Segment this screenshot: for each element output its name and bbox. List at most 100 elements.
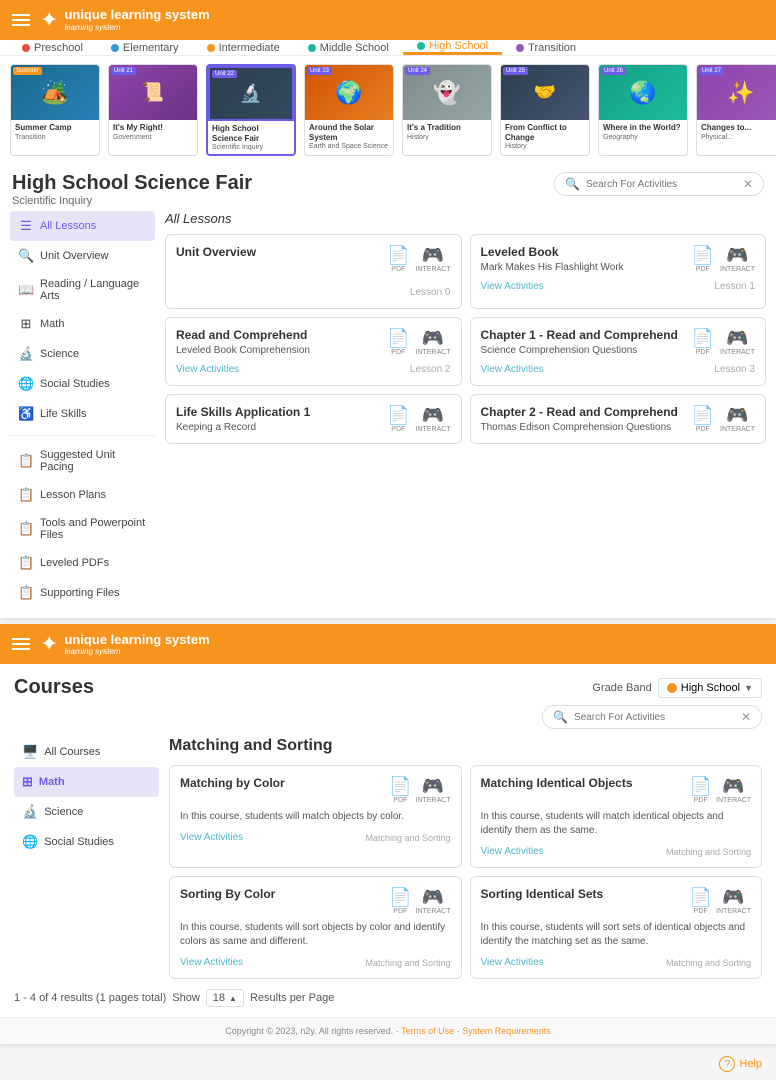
sidebar-item-reading[interactable]: 📖 Reading / Language Arts — [10, 271, 155, 309]
unit-card-summer[interactable]: Summer 🏕️ Summer Camp Transition — [10, 64, 100, 156]
courses-section-title: Matching and Sorting — [169, 737, 762, 755]
unit-card-changes[interactable]: Unit 27 ✨ Changes to... Physical... — [696, 64, 776, 156]
course-title-1: Matching Identical Objects — [481, 776, 633, 790]
sidebar-item-science[interactable]: 🔬 Science — [10, 339, 155, 369]
sidebar-item-all-lessons[interactable]: ☰ All Lessons — [10, 211, 155, 241]
course-view-0[interactable]: View Activities — [180, 832, 243, 843]
sidebar-item-tools[interactable]: 📋 Tools and Powerpoint Files — [10, 510, 155, 548]
pdf-label-2: PDF — [391, 349, 405, 356]
bottom-logo-star-icon: ✦ — [40, 631, 58, 657]
lesson-card-0: Unit Overview 📄 PDF 🎮 INTERACT — [165, 234, 462, 309]
help-button[interactable]: ? Help — [719, 1056, 762, 1072]
pdf-icon-1: 📄 — [692, 245, 714, 266]
courses-search-row: 🔍 ✕ — [0, 705, 776, 737]
tab-high-school[interactable]: High School — [403, 40, 502, 55]
sidebar-item-math[interactable]: ⊞ Math — [10, 309, 155, 339]
unit-card-gov[interactable]: Unit 21 📜 It's My Right! Government — [108, 64, 198, 156]
interact-icon-0: 🎮 — [422, 245, 444, 266]
menu-button[interactable] — [12, 14, 30, 26]
course-pdf-3[interactable]: 📄 PDF — [690, 887, 712, 915]
courses-sidebar-science[interactable]: 🔬 Science — [14, 797, 159, 827]
view-activities-3[interactable]: View Activities — [481, 364, 544, 375]
pdf-button-3[interactable]: 📄 PDF — [692, 328, 714, 356]
search-container[interactable]: 🔍 ✕ — [554, 172, 764, 196]
unit-card-sci[interactable]: Unit 22 🔬 High School Science Fair Scien… — [206, 64, 296, 156]
content-header-row: High School Science Fair Scientific Inqu… — [0, 164, 776, 211]
pdf-button-0[interactable]: 📄 PDF — [387, 245, 409, 273]
course-interact-2[interactable]: 🎮 INTERACT — [416, 887, 451, 915]
sidebar-item-pacing[interactable]: 📋 Suggested Unit Pacing — [10, 442, 155, 480]
tab-elementary[interactable]: Elementary — [97, 42, 193, 54]
tab-intermediate[interactable]: Intermediate — [193, 42, 294, 54]
courses-search-icon: 🔍 — [553, 710, 568, 724]
unit-card-trad[interactable]: Unit 24 👻 It's a Tradition History — [402, 64, 492, 156]
interact-button-3[interactable]: 🎮 INTERACT — [720, 328, 755, 356]
unit-card-world[interactable]: Unit 26 🌏 Where in the World? Geography — [598, 64, 688, 156]
courses-sidebar-all[interactable]: 🖥️ All Courses — [14, 737, 159, 767]
unit-sub-solar: Earth and Space Science — [309, 143, 389, 150]
unit-badge-trad: Unit 24 — [405, 67, 430, 75]
sidebar-label-pdfs: Leveled PDFs — [40, 557, 109, 569]
course-pdf-1[interactable]: 📄 PDF — [690, 776, 712, 804]
course-interact-1[interactable]: 🎮 INTERACT — [716, 776, 751, 804]
sidebar-label-tools: Tools and Powerpoint Files — [40, 517, 147, 541]
sidebar-item-pdfs[interactable]: 📋 Leveled PDFs — [10, 548, 155, 578]
courses-grid: Matching by Color 📄 PDF 🎮 INTERACT — [169, 765, 762, 979]
sidebar-item-lesson-plans[interactable]: 📋 Lesson Plans — [10, 480, 155, 510]
unit-card-solar[interactable]: Unit 23 🌍 Around the Solar System Earth … — [304, 64, 394, 156]
tab-high-school-label: High School — [429, 40, 488, 52]
tab-transition-label: Transition — [528, 42, 576, 54]
interact-button-4[interactable]: 🎮 INTERACT — [416, 405, 451, 433]
grade-band-select[interactable]: High School ▼ — [658, 678, 762, 698]
pdf-label-0: PDF — [391, 266, 405, 273]
course-view-1[interactable]: View Activities — [481, 846, 544, 857]
interact-button-0[interactable]: 🎮 INTERACT — [416, 245, 451, 273]
unit-title-conflict: From Conflict to Change — [505, 123, 585, 142]
footer-copyright: Copyright © 2023, n2y. All rights reserv… — [225, 1026, 393, 1036]
footer-requirements-link[interactable]: System Requirements — [462, 1026, 551, 1036]
courses-search-container[interactable]: 🔍 ✕ — [542, 705, 762, 729]
interact-button-1[interactable]: 🎮 INTERACT — [720, 245, 755, 273]
course-interact-0[interactable]: 🎮 INTERACT — [416, 776, 451, 804]
courses-search-input[interactable] — [574, 712, 735, 723]
footer-terms-link[interactable]: Terms of Use — [401, 1026, 454, 1036]
courses-sidebar-math[interactable]: ⊞ Math — [14, 767, 159, 797]
course-view-2[interactable]: View Activities — [180, 957, 243, 968]
tab-preschool[interactable]: Preschool — [8, 42, 97, 54]
tab-transition[interactable]: Transition — [502, 42, 590, 54]
pdf-button-1[interactable]: 📄 PDF — [692, 245, 714, 273]
sidebar-item-social-studies[interactable]: 🌐 Social Studies — [10, 369, 155, 399]
course-pdf-0[interactable]: 📄 PDF — [389, 776, 411, 804]
sidebar-item-supporting[interactable]: 📋 Supporting Files — [10, 578, 155, 608]
course-pdf-icon-3: 📄 — [690, 887, 712, 908]
view-activities-1[interactable]: View Activities — [481, 281, 544, 292]
course-interact-3[interactable]: 🎮 INTERACT — [716, 887, 751, 915]
bottom-logo-tagline: learning system — [64, 647, 209, 656]
tab-preschool-label: Preschool — [34, 42, 83, 54]
pdf-button-4[interactable]: 📄 PDF — [387, 405, 409, 433]
courses-search-clear-icon[interactable]: ✕ — [741, 710, 751, 724]
sidebar-item-life-skills[interactable]: ♿ Life Skills — [10, 399, 155, 429]
lesson-title-0: Unit Overview — [176, 245, 256, 259]
interact-button-2[interactable]: 🎮 INTERACT — [416, 328, 451, 356]
course-view-3[interactable]: View Activities — [481, 957, 544, 968]
unit-card-conflict[interactable]: Unit 25 🤝 From Conflict to Change Histor… — [500, 64, 590, 156]
interact-icon-2: 🎮 — [422, 328, 444, 349]
interact-button-5[interactable]: 🎮 INTERACT — [720, 405, 755, 433]
courses-sidebar-social[interactable]: 🌐 Social Studies — [14, 827, 159, 857]
view-activities-2[interactable]: View Activities — [176, 364, 239, 375]
pagination-show-select[interactable]: 18 ▲ — [206, 989, 244, 1007]
course-pdf-2[interactable]: 📄 PDF — [389, 887, 411, 915]
courses-header: Courses Grade Band High School ▼ — [0, 664, 776, 705]
middle-school-dot — [308, 44, 316, 52]
search-clear-icon[interactable]: ✕ — [743, 177, 753, 191]
bottom-menu-button[interactable] — [12, 638, 30, 650]
pdf-button-2[interactable]: 📄 PDF — [387, 328, 409, 356]
courses-title: Courses — [14, 676, 94, 699]
help-icon: ? — [719, 1056, 735, 1072]
interact-label-4: INTERACT — [416, 426, 451, 433]
search-input[interactable] — [586, 179, 737, 190]
sidebar-item-unit-overview[interactable]: 🔍 Unit Overview — [10, 241, 155, 271]
pdf-button-5[interactable]: 📄 PDF — [692, 405, 714, 433]
tab-middle-school[interactable]: Middle School — [294, 42, 403, 54]
